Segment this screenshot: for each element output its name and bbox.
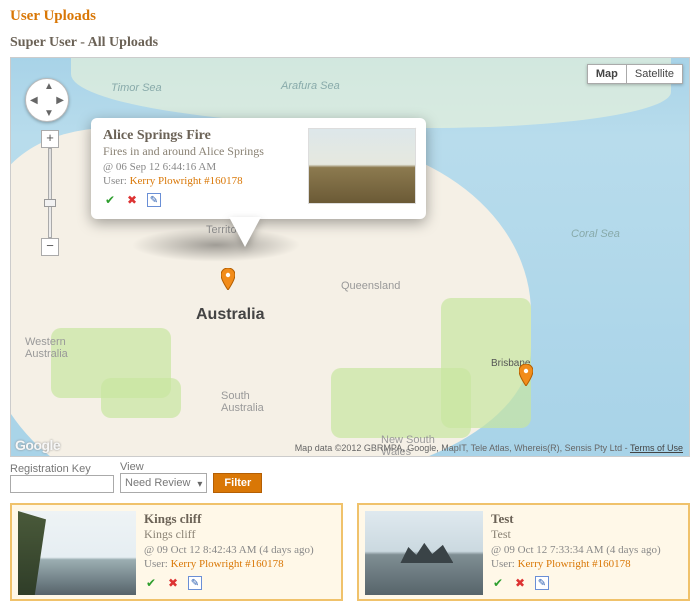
infowindow-thumbnail[interactable]	[308, 128, 416, 204]
reject-icon[interactable]: ✖	[513, 576, 527, 590]
infowindow-user-label: User:	[103, 175, 127, 187]
approve-icon[interactable]: ✔	[144, 576, 158, 590]
reject-icon[interactable]: ✖	[125, 193, 139, 207]
view-label: View	[120, 461, 207, 473]
card-desc: Test	[491, 527, 661, 542]
map-infowindow: ✕ Alice Springs Fire Fires in and around…	[91, 118, 426, 219]
card-title: Test	[491, 511, 661, 527]
page-subtitle: Super User - All Uploads	[10, 35, 690, 51]
map-type-switch: Map Satellite	[587, 64, 683, 84]
zoom-slider-track[interactable]	[48, 148, 52, 238]
filter-button[interactable]: Filter	[213, 473, 262, 493]
map-marker-brisbane[interactable]	[519, 364, 533, 386]
pan-east-button[interactable]: ▶	[56, 95, 64, 106]
reject-icon[interactable]: ✖	[166, 576, 180, 590]
pan-west-button[interactable]: ◀	[30, 95, 38, 106]
view-select[interactable]: Need Review	[120, 473, 207, 493]
edit-icon[interactable]: ✎	[188, 576, 202, 590]
map-attribution: Map data ©2012 GBRMPA, Google, MapIT, Te…	[295, 443, 683, 453]
zoom-in-button[interactable]: +	[41, 130, 59, 148]
regkey-label: Registration Key	[10, 463, 114, 475]
zoom-slider-thumb[interactable]	[44, 199, 56, 207]
card-thumbnail[interactable]	[18, 511, 136, 595]
card-timestamp: @ 09 Oct 12 8:42:43 AM (4 days ago)	[144, 544, 314, 556]
card-user-label: User:	[144, 558, 168, 570]
registration-key-input[interactable]	[10, 475, 114, 493]
card-desc: Kings cliff	[144, 527, 314, 542]
card-user-link[interactable]: Kerry Plowright #160178	[171, 558, 284, 570]
card-user-label: User:	[491, 558, 515, 570]
card-timestamp: @ 09 Oct 12 7:33:34 AM (4 days ago)	[491, 544, 661, 556]
upload-cards: Kings cliff Kings cliff @ 09 Oct 12 8:42…	[10, 503, 690, 601]
approve-icon[interactable]: ✔	[491, 576, 505, 590]
filter-bar: Registration Key View Need Review Filter	[10, 461, 690, 493]
page-title: User Uploads	[10, 8, 690, 25]
terms-link[interactable]: Terms of Use	[630, 443, 683, 453]
pan-south-button[interactable]: ▼	[44, 108, 54, 119]
card-thumbnail[interactable]	[365, 511, 483, 595]
card-user-link[interactable]: Kerry Plowright #160178	[518, 558, 631, 570]
edit-icon[interactable]: ✎	[147, 193, 161, 207]
approve-icon[interactable]: ✔	[103, 193, 117, 207]
maptype-satellite-button[interactable]: Satellite	[627, 64, 683, 84]
upload-card: Test Test @ 09 Oct 12 7:33:34 AM (4 days…	[357, 503, 690, 601]
edit-icon[interactable]: ✎	[535, 576, 549, 590]
map-zoom-control: + −	[41, 130, 59, 256]
infowindow-user-link[interactable]: Kerry Plowright #160178	[130, 175, 243, 187]
zoom-out-button[interactable]: −	[41, 238, 59, 256]
google-logo: Google	[15, 437, 60, 453]
card-title: Kings cliff	[144, 511, 314, 527]
map-container[interactable]: Timor Sea Arafura Sea Coral Sea Territor…	[10, 57, 690, 457]
pan-north-button[interactable]: ▲	[44, 81, 54, 92]
upload-card: Kings cliff Kings cliff @ 09 Oct 12 8:42…	[10, 503, 343, 601]
maptype-map-button[interactable]: Map	[587, 64, 627, 84]
map-pan-control: ▲ ▼ ▶ ◀	[25, 78, 69, 122]
map-marker-alice-springs[interactable]	[221, 268, 235, 290]
